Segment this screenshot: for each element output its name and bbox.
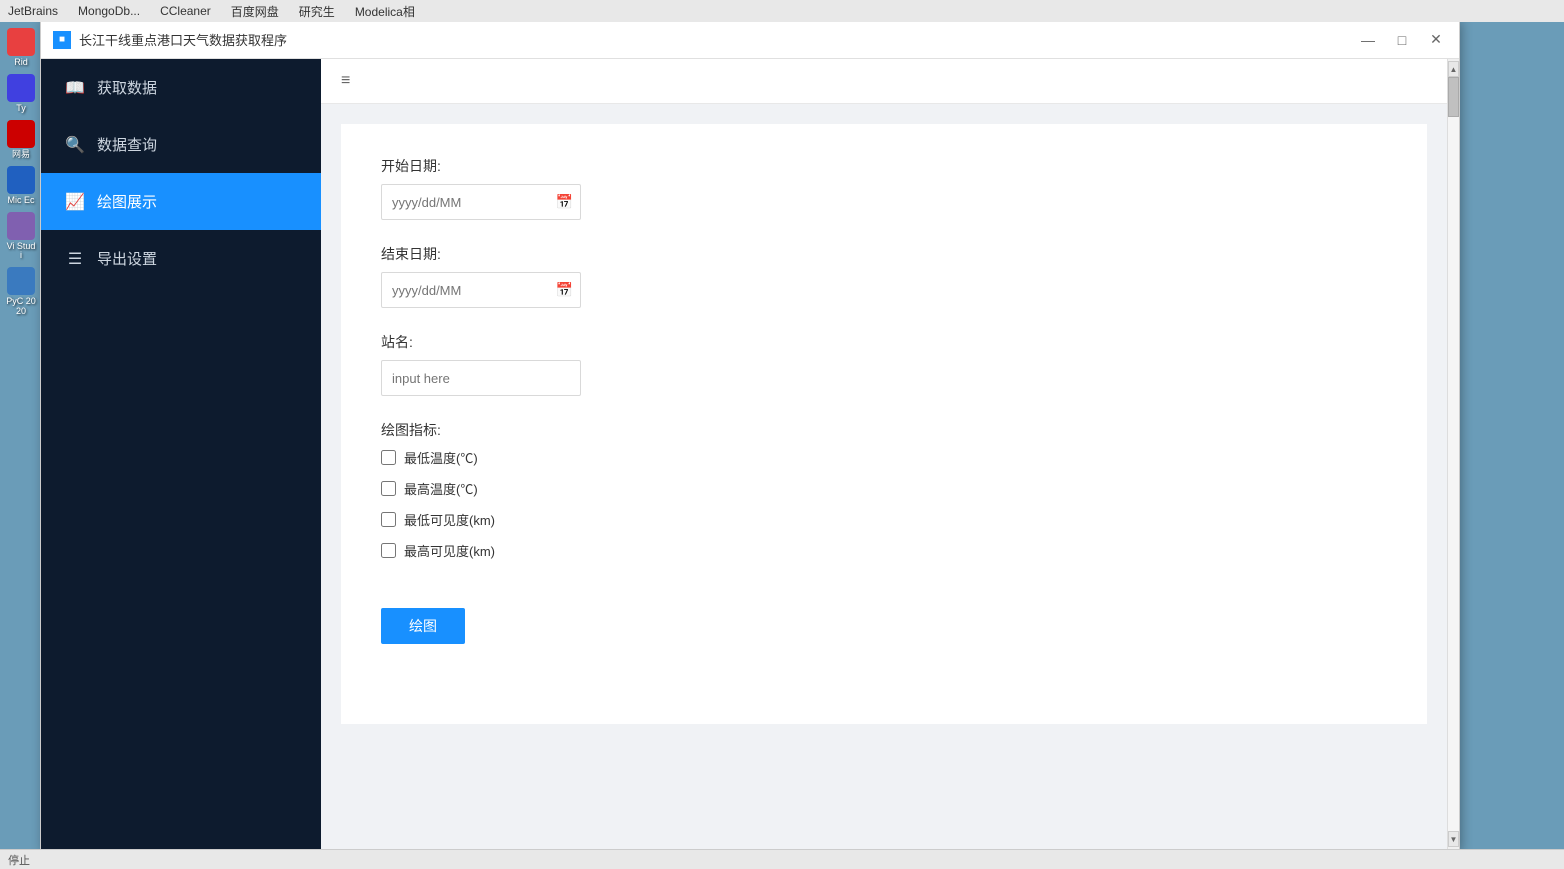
search-icon: 🔍 (65, 135, 85, 155)
close-button[interactable]: ✕ (1425, 29, 1447, 51)
sidebar-item-fetch-data[interactable]: 📖 获取数据 (41, 59, 321, 116)
form-card: 开始日期: 📅 结束日期: 📅 (341, 124, 1427, 724)
export-icon: ☰ (65, 249, 85, 269)
book-icon: 📖 (65, 78, 85, 98)
desktop-icon-1[interactable]: Ty (4, 72, 38, 116)
maximize-button[interactable]: □ (1391, 29, 1413, 51)
app-icon: ■ (53, 31, 71, 49)
checkbox-min-visibility-label: 最低可见度(km) (404, 510, 495, 529)
scroll-thumb[interactable] (1448, 77, 1459, 117)
checkbox-min-temp[interactable]: 最低温度(℃) (381, 448, 1387, 467)
start-date-label: 开始日期: (381, 156, 1387, 176)
checkbox-min-temp-label: 最低温度(℃) (404, 448, 478, 467)
checkbox-max-temp-input[interactable] (381, 481, 396, 496)
content-header: ≡ (321, 59, 1447, 104)
bottom-bar-text: 停止 (8, 852, 30, 868)
sidebar-label-data-query: 数据查询 (97, 134, 157, 155)
sidebar-label-plot-display: 绘图展示 (97, 191, 157, 212)
end-date-input[interactable] (381, 272, 581, 308)
scroll-down-arrow[interactable]: ▼ (1448, 831, 1459, 847)
bottom-bar: 停止 (0, 849, 1564, 869)
desktop-icons-area: Rid Ty 网易 Mic Ec Vi Studi PyC 2020 (0, 22, 42, 323)
sidebar-label-fetch-data: 获取数据 (97, 77, 157, 98)
checkbox-min-visibility-input[interactable] (381, 512, 396, 527)
chart-icon: 📈 (65, 192, 85, 212)
checkbox-max-temp-label: 最高温度(℃) (404, 479, 478, 498)
station-input[interactable] (381, 360, 581, 396)
desktop-icon-4[interactable]: Vi Studi (4, 210, 38, 264)
end-date-group: 结束日期: 📅 (381, 244, 1387, 308)
station-name-group: 站名: (381, 332, 1387, 396)
window-title: 长江干线重点港口天气数据获取程序 (79, 30, 1357, 49)
desktop-icon-0[interactable]: Rid (4, 26, 38, 70)
plot-button[interactable]: 绘图 (381, 608, 465, 644)
desktop-icon-label-4: Vi Studi (6, 242, 36, 262)
app-window: ■ 长江干线重点港口天气数据获取程序 — □ ✕ 📖 获取数据 🔍 数据查询 📈… (40, 20, 1460, 850)
checkbox-max-temp[interactable]: 最高温度(℃) (381, 479, 1387, 498)
desktop-icon-label-0: Rid (14, 58, 28, 68)
end-date-wrapper: 📅 (381, 272, 581, 308)
title-bar-controls: — □ ✕ (1357, 29, 1447, 51)
sidebar-item-plot-display[interactable]: 📈 绘图展示 (41, 173, 321, 230)
checkbox-max-visibility-input[interactable] (381, 543, 396, 558)
station-label: 站名: (381, 332, 1387, 352)
taskbar-top: JetBrains MongoDb... CCleaner 百度网盘 研究生 M… (0, 0, 1564, 22)
right-scrollbar: ▲ ▼ (1447, 59, 1459, 849)
main-content: ≡ 开始日期: 📅 结束日期: (321, 59, 1447, 849)
indicator-label: 绘图指标: (381, 420, 1387, 440)
start-date-input[interactable] (381, 184, 581, 220)
desktop-icon-label-1: Ty (16, 104, 26, 114)
sidebar-label-export-settings: 导出设置 (97, 248, 157, 269)
checkbox-group: 最低温度(℃) 最高温度(℃) 最低可见度(km) (381, 448, 1387, 560)
desktop-icon-2[interactable]: 网易 (4, 118, 38, 162)
taskbar-item-research[interactable]: 研究生 (299, 3, 335, 20)
start-date-wrapper: 📅 (381, 184, 581, 220)
desktop-icon-label-3: Mic Ec (8, 196, 35, 206)
app-body: 📖 获取数据 🔍 数据查询 📈 绘图展示 ☰ 导出设置 ≡ (41, 59, 1459, 849)
desktop-icon-3[interactable]: Mic Ec (4, 164, 38, 208)
taskbar-item-jetbrains[interactable]: JetBrains (8, 4, 58, 18)
checkbox-max-visibility[interactable]: 最高可见度(km) (381, 541, 1387, 560)
taskbar-item-modelica[interactable]: Modelica相 (355, 3, 415, 20)
sidebar: 📖 获取数据 🔍 数据查询 📈 绘图展示 ☰ 导出设置 (41, 59, 321, 849)
content-panel: 开始日期: 📅 结束日期: 📅 (321, 104, 1447, 849)
checkbox-min-visibility[interactable]: 最低可见度(km) (381, 510, 1387, 529)
taskbar-item-ccleaner[interactable]: CCleaner (160, 4, 211, 18)
hamburger-icon[interactable]: ≡ (341, 72, 350, 90)
desktop-icon-label-5: PyC 2020 (6, 297, 36, 317)
sidebar-item-data-query[interactable]: 🔍 数据查询 (41, 116, 321, 173)
sidebar-item-export-settings[interactable]: ☰ 导出设置 (41, 230, 321, 287)
desktop-icon-5[interactable]: PyC 2020 (4, 265, 38, 319)
title-bar: ■ 长江干线重点港口天气数据获取程序 — □ ✕ (41, 21, 1459, 59)
end-date-label: 结束日期: (381, 244, 1387, 264)
start-date-group: 开始日期: 📅 (381, 156, 1387, 220)
taskbar-item-baidu[interactable]: 百度网盘 (231, 3, 279, 20)
scroll-track (1448, 77, 1459, 831)
indicator-group: 绘图指标: 最低温度(℃) 最高温度(℃) (381, 420, 1387, 560)
taskbar-item-mongodb[interactable]: MongoDb... (78, 4, 140, 18)
checkbox-max-visibility-label: 最高可见度(km) (404, 541, 495, 560)
checkbox-min-temp-input[interactable] (381, 450, 396, 465)
minimize-button[interactable]: — (1357, 29, 1379, 51)
scroll-up-arrow[interactable]: ▲ (1448, 61, 1459, 77)
desktop-icon-label-2: 网易 (12, 150, 30, 160)
